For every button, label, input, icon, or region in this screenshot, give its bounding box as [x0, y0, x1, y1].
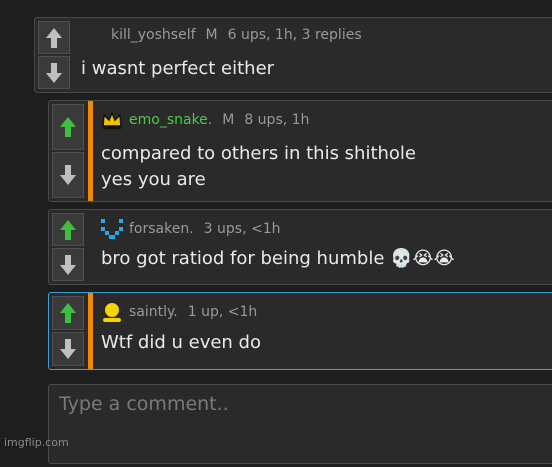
- comment-line: compared to others in this shithole: [101, 143, 417, 164]
- comment-text: compared to others in this shithole yes …: [101, 141, 416, 193]
- downvote-button[interactable]: [52, 248, 84, 281]
- comment: forsaken. 3 ups, <1h bro got ratiod for …: [48, 209, 552, 285]
- username[interactable]: forsaken.: [129, 221, 194, 237]
- watermark: imgflip.com: [4, 436, 69, 449]
- arrow-up-icon: [60, 219, 76, 240]
- upvote-button[interactable]: [38, 21, 70, 54]
- comment: kill_yoshself M 6 ups, 1h, 3 replies i w…: [34, 17, 552, 93]
- comment-line: Wtf did u even do: [101, 332, 261, 353]
- downvote-button[interactable]: [52, 332, 84, 366]
- comment-line: i wasnt perfect either: [81, 58, 275, 79]
- mod-badge: M: [205, 27, 218, 43]
- comment-stats: 1 up, <1h: [187, 304, 258, 320]
- arrow-down-icon: [46, 62, 62, 83]
- comment-meta: forsaken. 3 ups, <1h: [101, 219, 281, 239]
- comment-line: yes you are: [101, 169, 206, 190]
- comment-meta: saintly. 1 up, <1h: [101, 302, 257, 322]
- arrow-up-icon: [60, 117, 76, 137]
- downvote-button[interactable]: [38, 56, 70, 89]
- upvote-button[interactable]: [52, 213, 84, 246]
- arrow-up-icon: [46, 27, 62, 48]
- vote-controls: [38, 21, 70, 89]
- yellow-user-icon: [103, 303, 121, 322]
- comment-meta: kill_yoshself M 6 ups, 1h, 3 replies: [111, 27, 362, 43]
- comment: saintly. 1 up, <1h Wtf did u even do: [48, 292, 552, 370]
- arrow-down-icon: [60, 165, 76, 185]
- vote-controls: [52, 296, 84, 366]
- username[interactable]: kill_yoshself: [111, 27, 196, 43]
- op-indicator-stripe: [88, 101, 93, 201]
- pixel-avatar-icon: [101, 219, 123, 239]
- arrow-down-icon: [60, 254, 76, 275]
- comment-text: Wtf did u even do: [101, 330, 261, 356]
- arrow-up-icon: [60, 303, 76, 323]
- comment-meta: emo_snake. M 8 ups, 1h: [101, 110, 309, 130]
- comment-line: bro got ratiod for being humble 💀😭😭: [101, 248, 455, 269]
- comment-text: i wasnt perfect either: [81, 56, 274, 82]
- comment: emo_snake. M 8 ups, 1h compared to other…: [48, 100, 552, 202]
- comment-composer: [48, 384, 552, 464]
- downvote-button[interactable]: [52, 152, 84, 198]
- comment-input[interactable]: [49, 385, 552, 463]
- upvote-button[interactable]: [52, 296, 84, 330]
- arrow-down-icon: [60, 339, 76, 359]
- op-indicator-stripe: [88, 293, 93, 369]
- comment-stats: 8 ups, 1h: [244, 112, 310, 128]
- username[interactable]: saintly.: [129, 304, 178, 320]
- vote-controls: [52, 213, 84, 281]
- upvote-button[interactable]: [52, 104, 84, 150]
- comment-stats: 6 ups, 1h, 3 replies: [227, 27, 362, 43]
- crown-icon: [102, 111, 122, 129]
- comment-text: bro got ratiod for being humble 💀😭😭: [101, 246, 455, 272]
- mod-badge: M: [222, 112, 235, 128]
- vote-controls: [52, 104, 84, 198]
- comment-stats: 3 ups, <1h: [203, 221, 281, 237]
- username[interactable]: emo_snake.: [129, 112, 212, 128]
